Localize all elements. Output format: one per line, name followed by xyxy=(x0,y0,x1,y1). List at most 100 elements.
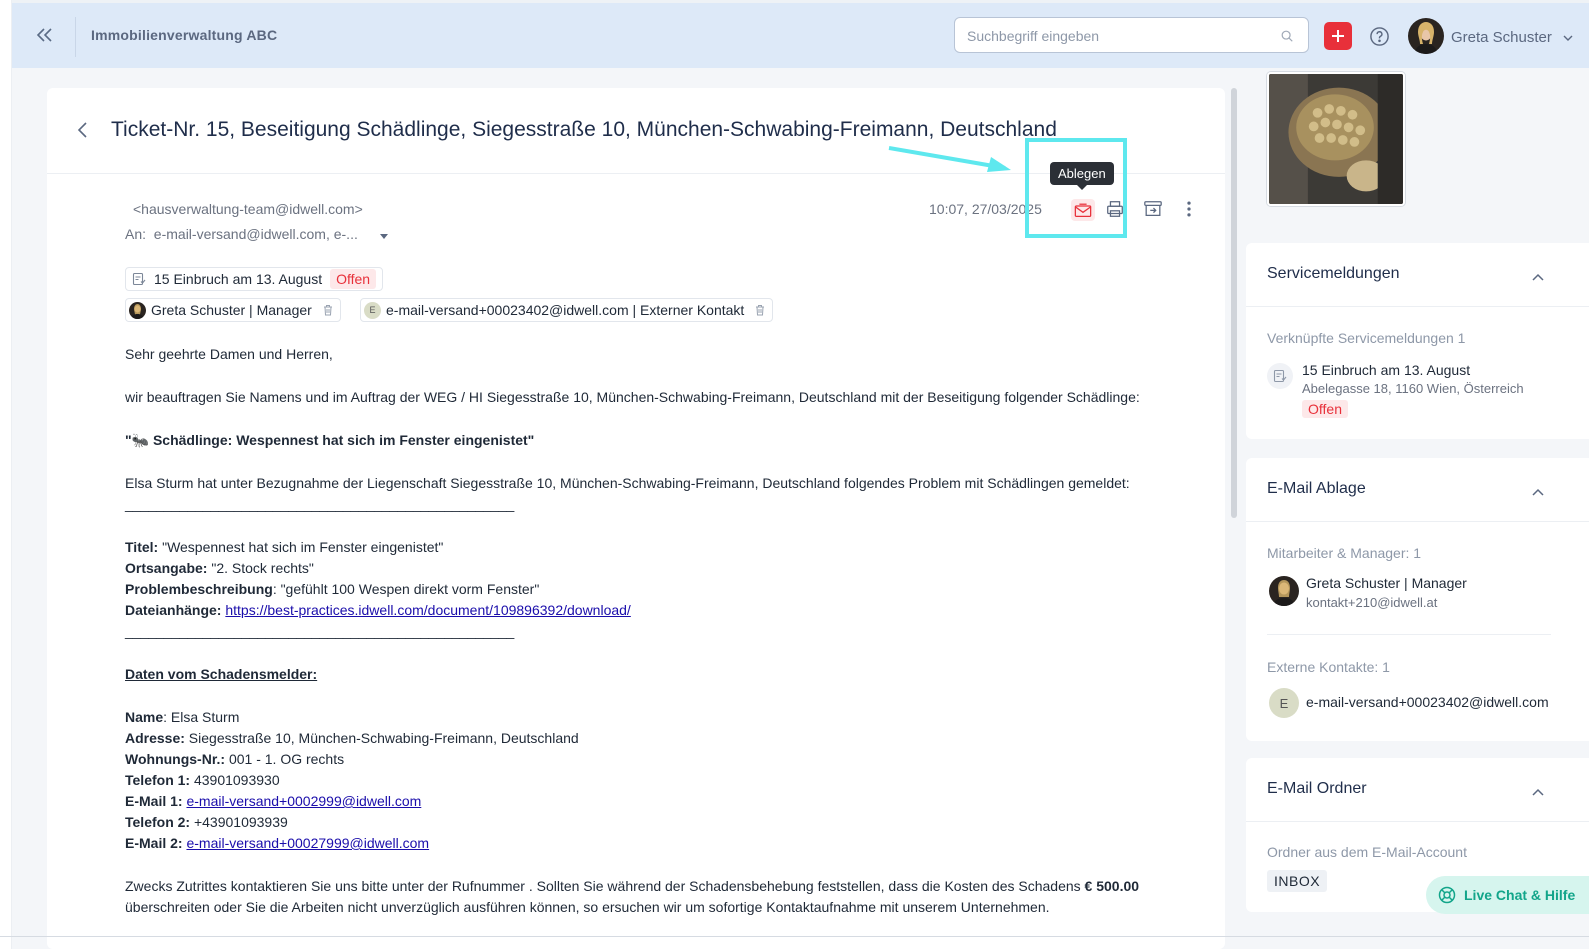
name-value: : Elsa Sturm xyxy=(163,709,240,725)
name-label: Name xyxy=(125,709,164,725)
reporter-heading: Daten vom Schadensmelder: xyxy=(125,666,318,682)
panel-heading: E-Mail Ordner xyxy=(1267,780,1367,797)
panel-divider xyxy=(1246,306,1589,307)
recipient-chip-external[interactable]: E e-mail-versand+00023402@idwell.com | E… xyxy=(360,298,774,322)
chevron-down-icon[interactable] xyxy=(1562,31,1574,43)
wohnung-label: Wohnungs-Nr.: xyxy=(125,751,226,767)
archive-button[interactable] xyxy=(1143,199,1165,221)
ort-value: "2. Stock rechts" xyxy=(207,560,314,576)
to-label: An: xyxy=(125,226,147,242)
help-icon[interactable] xyxy=(1369,26,1390,47)
staff-name[interactable]: Greta Schuster | Manager xyxy=(1306,575,1467,591)
status-badge: Offen xyxy=(1302,400,1348,418)
user-name[interactable]: Greta Schuster xyxy=(1451,29,1552,46)
mail1-label: E-Mail 1: xyxy=(125,793,183,809)
panel-heading: E-Mail Ablage xyxy=(1267,480,1366,497)
attachment-link[interactable]: https://best-practices.idwell.com/docume… xyxy=(225,602,630,618)
chevron-up-icon[interactable] xyxy=(1531,484,1545,496)
service-report-title[interactable]: 15 Einbruch am 13. August xyxy=(1302,362,1470,378)
service-reports-panel: Servicemeldungen Verknüpfte Servicemeldu… xyxy=(1246,243,1589,439)
collapse-sidebar-icon[interactable] xyxy=(32,23,56,47)
chevron-up-icon[interactable] xyxy=(1531,784,1545,796)
panel-heading: Servicemeldungen xyxy=(1267,265,1400,282)
problem-label: Problembeschreibung xyxy=(125,581,273,597)
greeting: Sehr geehrte Damen und Herren, xyxy=(125,346,333,362)
live-chat-label: Live Chat & Hilfe xyxy=(1464,887,1576,903)
trash-icon[interactable] xyxy=(322,304,334,316)
recipient-label: e-mail-versand+00023402@idwell.com | Ext… xyxy=(386,302,745,318)
add-button[interactable] xyxy=(1324,22,1352,50)
datei-label: Dateianhänge: xyxy=(125,602,222,618)
divider xyxy=(1267,634,1551,635)
closing-currency: € xyxy=(1084,878,1093,894)
user-avatar[interactable] xyxy=(1408,18,1444,54)
search-box[interactable] xyxy=(954,17,1309,53)
mail1-link[interactable]: e-mail-versand+0002999@idwell.com xyxy=(186,793,421,809)
linked-ticket-label: 15 Einbruch am 13. August xyxy=(154,271,323,287)
tel1-value: 43901093930 xyxy=(190,772,280,788)
titel-label: Titel: xyxy=(125,539,159,555)
scrollbar[interactable] xyxy=(1231,88,1237,518)
chevron-up-icon[interactable] xyxy=(1531,269,1545,281)
external-contact-email[interactable]: e-mail-versand+00023402@idwell.com xyxy=(1306,694,1551,710)
bottom-edge xyxy=(0,936,1589,937)
email-filing-panel: E-Mail Ablage Mitarbeiter & Manager: 1 G… xyxy=(1246,458,1589,741)
pest-heading: "🐜 Schädlinge: Wespennest hat sich im Fe… xyxy=(125,432,535,448)
panel-subheading: Ordner aus dem E-Mail-Account xyxy=(1267,844,1467,860)
archive-icon xyxy=(1144,201,1162,216)
closing-text-1: Zwecks Zutrittes kontaktieren Sie uns bi… xyxy=(125,878,1085,894)
problem-value: : "gefühlt 100 Wespen direkt vorm Fenste… xyxy=(272,581,540,597)
tel2-value: +43901093939 xyxy=(190,814,288,830)
caret-down-icon[interactable] xyxy=(378,229,390,239)
attachment-thumbnail[interactable] xyxy=(1267,72,1405,206)
avatar xyxy=(1269,576,1299,606)
panel-divider xyxy=(1246,521,1589,522)
tooltip: Ablegen xyxy=(1050,162,1114,190)
service-report-icon xyxy=(132,272,146,286)
top-bar: Immobilienverwaltung ABC Greta Schuster xyxy=(12,0,1589,68)
ort-label: Ortsangabe: xyxy=(125,560,208,576)
titel-value: "Wespennest hat sich im Fenster eingenis… xyxy=(158,539,444,555)
trash-icon[interactable] xyxy=(754,304,766,316)
separator: ________________________________________… xyxy=(125,496,515,512)
email-from: <hausverwaltung-team@idwell.com> xyxy=(133,201,363,217)
tel2-label: Telefon 2: xyxy=(125,814,191,830)
recipient-label: Greta Schuster | Manager xyxy=(151,302,312,318)
intro-paragraph: wir beauftragen Sie Namens und im Auftra… xyxy=(125,389,1140,405)
back-icon[interactable] xyxy=(75,120,91,140)
app-title: Immobilienverwaltung ABC xyxy=(91,27,278,43)
staff-email: kontakt+210@idwell.at xyxy=(1306,595,1438,610)
search-input[interactable] xyxy=(967,26,1267,46)
annotation-arrow xyxy=(888,146,1011,172)
tel1-label: Telefon 1: xyxy=(125,772,191,788)
lifebuoy-icon xyxy=(1438,886,1456,904)
email-card: Ticket-Nr. 15, Beseitigung Schädlinge, S… xyxy=(47,88,1225,949)
avatar: E xyxy=(1269,688,1299,718)
service-report-address: Abelegasse 18, 1160 Wien, Österreich xyxy=(1302,381,1524,396)
recipient-chip-manager[interactable]: Greta Schuster | Manager xyxy=(125,298,341,322)
linked-ticket-chip[interactable]: 15 Einbruch am 13. August Offen xyxy=(125,267,384,291)
left-strip xyxy=(0,0,12,949)
report-paragraph: Elsa Sturm hat unter Bezugnahme der Lieg… xyxy=(125,475,1130,491)
email-to: An: e-mail-versand@idwell.com, e-... xyxy=(125,226,358,242)
panel-subheading: Verknüpfte Servicemeldungen 1 xyxy=(1267,330,1466,346)
mail2-link[interactable]: e-mail-versand+00027999@idwell.com xyxy=(186,835,429,851)
wohnung-value: 001 - 1. OG rechts xyxy=(225,751,345,767)
search-icon[interactable] xyxy=(1280,29,1294,43)
separator: ________________________________________… xyxy=(125,623,515,639)
adresse-value: Siegesstraße 10, München-Schwabing-Freim… xyxy=(184,730,579,746)
more-vertical-icon xyxy=(1187,201,1191,217)
avatar: E xyxy=(364,301,381,319)
plus-icon xyxy=(1332,30,1344,42)
service-report-icon xyxy=(1267,363,1293,389)
avatar xyxy=(129,301,146,319)
status-badge: Offen xyxy=(330,269,377,289)
closing-amount: 500.00 xyxy=(1096,878,1140,894)
more-options-button[interactable] xyxy=(1179,199,1201,221)
closing-text-2: überschreiten oder Sie die Arbeiten nich… xyxy=(125,899,1050,915)
ticket-title: Ticket-Nr. 15, Beseitigung Schädlinge, S… xyxy=(111,118,1057,141)
live-chat-button[interactable]: Live Chat & Hilfe xyxy=(1426,876,1589,914)
panel-divider xyxy=(1246,821,1589,822)
header-divider xyxy=(75,17,76,57)
mail2-label: E-Mail 2: xyxy=(125,835,183,851)
